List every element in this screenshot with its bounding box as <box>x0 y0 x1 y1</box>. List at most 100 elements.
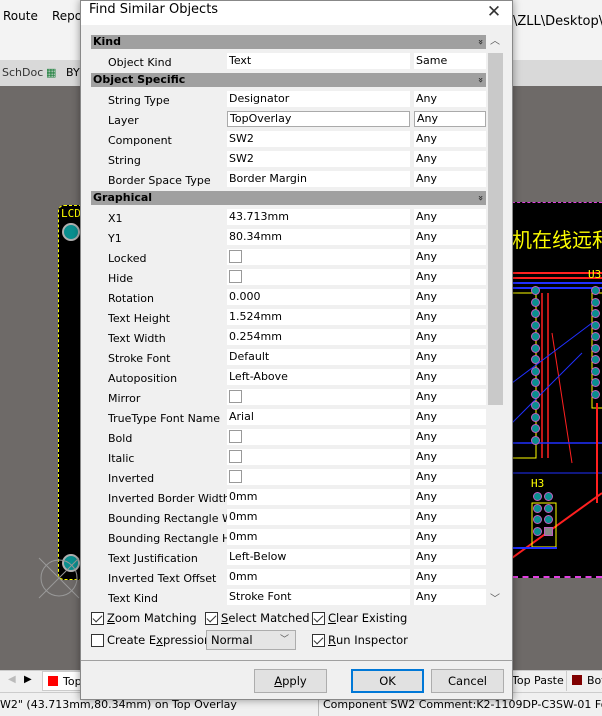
mode-select[interactable]: Normal ﹀ <box>206 630 296 650</box>
property-value[interactable]: 0.000 <box>227 289 410 305</box>
match-criteria[interactable]: Any <box>414 289 486 305</box>
property-checkbox[interactable] <box>229 390 242 403</box>
property-grid-scrollbar[interactable]: ︿ ﹀ <box>487 35 503 607</box>
match-criteria[interactable]: Any <box>414 269 486 285</box>
match-criteria[interactable]: Any <box>414 151 486 167</box>
zoom-matching-checkbox[interactable]: Zoom Matching <box>91 611 197 625</box>
select-matched-checkbox[interactable]: Select Matched <box>205 611 310 625</box>
menu-reports[interactable]: Repo <box>52 9 82 23</box>
checkbox-box[interactable] <box>312 633 325 647</box>
property-checkbox[interactable] <box>229 450 242 463</box>
label-text: Create E <box>107 633 157 647</box>
match-criteria[interactable]: Any <box>414 429 486 445</box>
match-criteria[interactable]: Any <box>414 589 486 605</box>
match-criteria[interactable]: Any <box>414 369 486 385</box>
layer-tab-top-paste[interactable]: Top Paste <box>512 674 564 687</box>
property-value[interactable]: Default <box>227 349 410 365</box>
property-value[interactable]: Arial <box>227 409 410 425</box>
match-criteria[interactable]: Any <box>414 549 486 565</box>
match-criteria[interactable]: Any <box>414 249 486 265</box>
property-value[interactable]: Stroke Font <box>227 589 410 605</box>
ok-button[interactable]: OK <box>351 669 424 693</box>
run-inspector-checkbox[interactable]: Run Inspector <box>312 633 408 647</box>
layer-tab-top[interactable]: Top <box>42 671 82 691</box>
match-criteria[interactable]: Same <box>414 53 486 69</box>
match-criteria[interactable]: Any <box>414 171 486 187</box>
match-criteria[interactable]: Any <box>414 329 486 345</box>
scroll-down-icon[interactable]: ﹀ <box>487 593 503 607</box>
match-criteria[interactable]: Any <box>414 469 486 485</box>
tab-pcbdoc[interactable]: BY <box>66 66 80 79</box>
property-checkbox[interactable] <box>229 270 242 283</box>
scroll-up-icon[interactable]: ︿ <box>487 35 503 49</box>
match-criteria[interactable]: Any <box>414 389 486 405</box>
dialog-separator <box>81 660 512 661</box>
property-value[interactable] <box>227 249 410 265</box>
match-criteria[interactable]: Any <box>414 509 486 525</box>
property-value[interactable]: 0mm <box>227 569 410 585</box>
collapse-icon[interactable]: » <box>473 77 486 83</box>
match-criteria[interactable]: Any <box>414 131 486 147</box>
property-checkbox[interactable] <box>229 430 242 443</box>
match-criteria[interactable]: Any <box>414 349 486 365</box>
match-criteria[interactable]: Any <box>414 409 486 425</box>
collapse-icon[interactable]: » <box>473 195 486 201</box>
property-value[interactable] <box>227 449 410 465</box>
property-value[interactable]: 80.34mm <box>227 229 410 245</box>
property-value[interactable]: Text <box>227 53 410 69</box>
property-value[interactable]: Left-Above <box>227 369 410 385</box>
layer-scroll-left-icon[interactable]: ◀ <box>8 674 16 685</box>
checkbox-box[interactable] <box>91 633 104 647</box>
property-value[interactable]: 0mm <box>227 529 410 545</box>
checkbox-box[interactable] <box>91 611 104 625</box>
dialog-titlebar[interactable]: Find Similar Objects ✕ <box>81 1 512 25</box>
layer-tab-bottom[interactable]: Bot <box>566 671 602 691</box>
match-criteria[interactable]: Any <box>414 309 486 325</box>
property-value[interactable]: 0mm <box>227 509 410 525</box>
close-icon[interactable]: ✕ <box>482 1 506 23</box>
section-header-kind[interactable]: Kind » <box>91 35 486 49</box>
property-value[interactable]: Designator <box>227 91 410 107</box>
match-criteria[interactable]: Any <box>414 449 486 465</box>
property-value[interactable]: Left-Below <box>227 549 410 565</box>
match-criteria[interactable]: Any <box>414 489 486 505</box>
property-value[interactable]: SW2 <box>227 131 410 147</box>
property-value[interactable] <box>227 269 410 285</box>
pad <box>531 435 540 445</box>
property-value[interactable]: 1.524mm <box>227 309 410 325</box>
match-criteria[interactable]: Any <box>414 229 486 245</box>
property-value[interactable] <box>227 389 410 405</box>
property-label: Bold <box>108 432 133 445</box>
cancel-button[interactable]: Cancel <box>431 669 504 693</box>
property-value[interactable]: 43.713mm <box>227 209 410 225</box>
clear-existing-checkbox[interactable]: Clear Existing <box>312 611 407 625</box>
menu-route[interactable]: Route <box>3 9 38 23</box>
create-expression-checkbox[interactable]: Create Ex pression <box>91 633 211 647</box>
property-value[interactable]: 0mm <box>227 489 410 505</box>
checkbox-box[interactable] <box>205 611 218 625</box>
section-header-object-specific[interactable]: Object Specific » <box>91 73 486 87</box>
property-value[interactable]: Border Margin <box>227 171 410 187</box>
property-checkbox[interactable] <box>229 470 242 483</box>
property-value[interactable] <box>227 469 410 485</box>
label-mnemonic: R <box>328 633 336 647</box>
match-criteria[interactable]: Any <box>414 91 486 107</box>
property-value[interactable] <box>227 429 410 445</box>
match-criteria[interactable]: Any <box>414 209 486 225</box>
collapse-icon[interactable]: » <box>473 39 486 45</box>
match-criteria[interactable]: Any <box>414 569 486 585</box>
layer-scroll-right-icon[interactable]: ▶ <box>24 674 32 685</box>
pcb-board-area[interactable] <box>511 202 602 578</box>
apply-button[interactable]: Apply <box>254 669 327 693</box>
property-value[interactable]: SW2 <box>227 151 410 167</box>
property-value[interactable]: 0.254mm <box>227 329 410 345</box>
section-header-graphical[interactable]: Graphical » <box>91 191 486 205</box>
match-criteria[interactable]: Any <box>414 529 486 545</box>
checkbox-box[interactable] <box>312 611 325 625</box>
match-criteria[interactable]: Any <box>414 111 486 127</box>
property-value[interactable]: TopOverlay <box>227 111 410 127</box>
scroll-thumb[interactable] <box>488 53 503 405</box>
property-checkbox[interactable] <box>229 250 242 263</box>
find-similar-objects-dialog: Find Similar Objects ✕ Kind » Object Kind T… <box>80 0 513 700</box>
tab-schdoc[interactable]: SchDoc <box>2 66 43 79</box>
